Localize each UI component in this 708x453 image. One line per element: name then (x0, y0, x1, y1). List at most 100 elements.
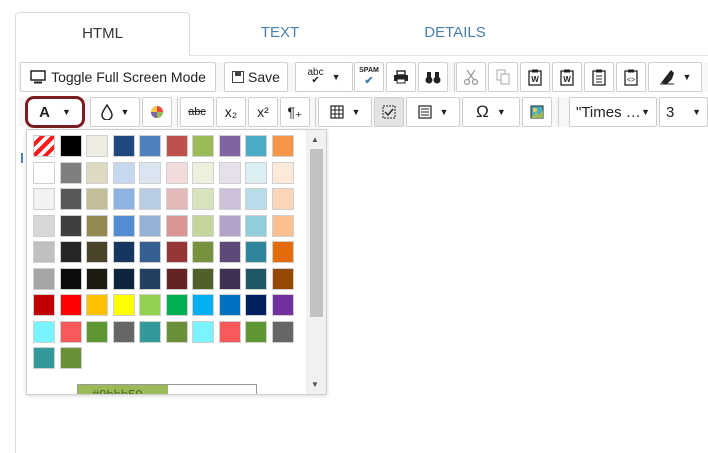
color-swatch[interactable] (165, 135, 188, 157)
color-swatch[interactable] (33, 267, 55, 290)
superscript-button[interactable]: x² (248, 97, 278, 127)
strikethrough-button[interactable]: abc (180, 97, 214, 127)
color-swatch[interactable] (192, 214, 214, 237)
font-family-select[interactable]: "Times … ▼ (569, 97, 657, 127)
color-swatch[interactable] (245, 320, 267, 343)
color-swatch[interactable] (165, 161, 188, 184)
scrollbar-thumb[interactable] (310, 149, 323, 317)
copy-button[interactable] (488, 62, 518, 92)
color-swatch[interactable] (33, 188, 55, 210)
color-swatch[interactable] (33, 161, 55, 184)
toggle-fullscreen-button[interactable]: Toggle Full Screen Mode (20, 62, 216, 92)
color-swatch[interactable] (218, 241, 241, 263)
color-swatch[interactable] (59, 347, 82, 369)
color-swatch[interactable] (192, 241, 214, 263)
color-swatch[interactable] (271, 188, 294, 210)
color-swatch[interactable] (59, 214, 82, 237)
color-swatch[interactable] (192, 294, 214, 316)
color-swatch[interactable] (33, 320, 55, 343)
hex-color-input[interactable]: #9bbb59 (77, 384, 257, 394)
color-swatch[interactable] (245, 241, 267, 263)
color-swatch[interactable] (112, 320, 135, 343)
color-swatch[interactable] (165, 320, 188, 343)
color-swatch[interactable] (59, 294, 82, 316)
color-swatch[interactable] (112, 267, 135, 290)
no-color-swatch[interactable] (33, 135, 55, 157)
format-painter-button[interactable]: ▼ (648, 62, 702, 92)
color-swatch[interactable] (245, 267, 267, 290)
color-swatch[interactable] (112, 241, 135, 263)
color-swatch[interactable] (139, 267, 161, 290)
color-picker-scrollbar[interactable]: ▲ ▼ (306, 130, 326, 394)
color-swatch[interactable] (112, 135, 135, 157)
color-swatch[interactable] (271, 267, 294, 290)
color-swatch[interactable] (86, 267, 108, 290)
find-button[interactable] (418, 62, 448, 92)
color-wheel-button[interactable] (142, 97, 172, 127)
color-swatch[interactable] (271, 241, 294, 263)
color-swatch[interactable] (112, 188, 135, 210)
color-swatch[interactable] (218, 294, 241, 316)
color-swatch[interactable] (33, 347, 55, 369)
color-swatch[interactable] (165, 214, 188, 237)
tab-text[interactable]: TEXT (230, 12, 330, 56)
color-swatch[interactable] (59, 188, 82, 210)
color-swatch[interactable] (33, 241, 55, 263)
color-swatch[interactable] (245, 135, 267, 157)
tab-html[interactable]: HTML (15, 12, 190, 56)
insert-image-button[interactable] (522, 97, 552, 127)
color-swatch[interactable] (59, 161, 82, 184)
font-color-button[interactable]: A ▼ (25, 96, 85, 128)
color-swatch[interactable] (59, 267, 82, 290)
color-swatch[interactable] (86, 214, 108, 237)
color-swatch[interactable] (112, 214, 135, 237)
cut-button[interactable] (456, 62, 486, 92)
color-swatch[interactable] (86, 135, 108, 157)
color-swatch[interactable] (59, 135, 82, 157)
insert-table-button[interactable]: ▼ (318, 97, 372, 127)
color-swatch[interactable] (165, 267, 188, 290)
color-swatch[interactable] (139, 214, 161, 237)
color-swatch[interactable] (192, 320, 214, 343)
color-swatch[interactable] (86, 161, 108, 184)
paste-word-button[interactable]: W (520, 62, 550, 92)
subscript-button[interactable]: x₂ (216, 97, 246, 127)
paste-html-button[interactable]: <> (616, 62, 646, 92)
paste-word-clean-button[interactable]: W (552, 62, 582, 92)
color-swatch[interactable] (245, 161, 267, 184)
color-swatch[interactable] (165, 241, 188, 263)
color-swatch[interactable] (218, 161, 241, 184)
color-swatch[interactable] (139, 320, 161, 343)
color-swatch[interactable] (192, 161, 214, 184)
print-button[interactable] (386, 62, 416, 92)
color-swatch[interactable] (165, 294, 188, 316)
color-swatch[interactable] (245, 214, 267, 237)
color-swatch[interactable] (86, 294, 108, 316)
paragraph-button[interactable]: ¶₊ (280, 97, 310, 127)
color-swatch[interactable] (218, 267, 241, 290)
checklist-button[interactable] (374, 97, 404, 127)
background-color-button[interactable]: ▼ (90, 97, 140, 127)
paste-text-button[interactable] (584, 62, 614, 92)
scroll-down-icon[interactable]: ▼ (311, 380, 319, 389)
color-swatch[interactable] (33, 214, 55, 237)
color-swatch[interactable] (139, 135, 161, 157)
color-swatch[interactable] (192, 188, 214, 210)
save-button[interactable]: Save (224, 62, 288, 92)
color-swatch[interactable] (112, 294, 135, 316)
color-swatch[interactable] (271, 320, 294, 343)
color-swatch[interactable] (86, 241, 108, 263)
color-swatch[interactable] (165, 188, 188, 210)
insert-list-button[interactable]: ▼ (406, 97, 460, 127)
color-swatch[interactable] (139, 161, 161, 184)
font-size-select[interactable]: 3 ▼ (659, 97, 708, 127)
color-swatch[interactable] (59, 320, 82, 343)
color-swatch[interactable] (245, 294, 267, 316)
color-swatch[interactable] (218, 214, 241, 237)
color-swatch[interactable] (271, 161, 294, 184)
color-swatch[interactable] (139, 241, 161, 263)
spellcheck-button[interactable]: abc ✔ ▼ (295, 62, 353, 92)
color-swatch[interactable] (218, 135, 241, 157)
color-swatch[interactable] (112, 161, 135, 184)
color-swatch[interactable] (271, 214, 294, 237)
